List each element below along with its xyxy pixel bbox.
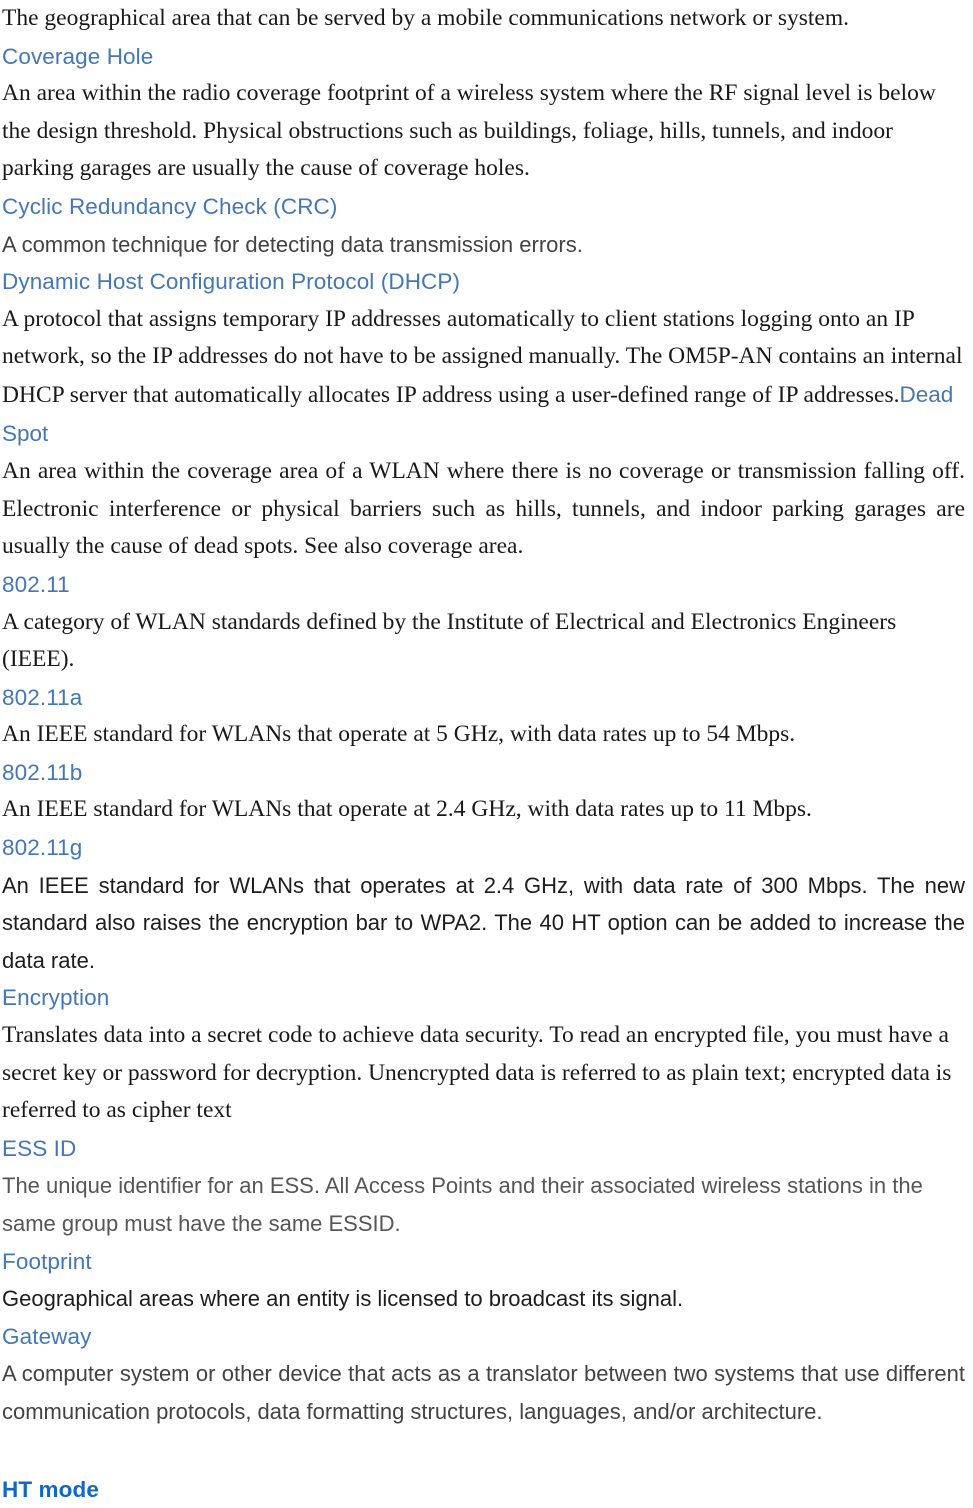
glossary-term-dhcp: Dynamic Host Configuration Protocol (DHC… — [2, 269, 461, 295]
glossary-term-cyclic-redundancy-check: Cyclic Redundancy Check (CRC) — [2, 193, 338, 219]
glossary-definition-coverage-hole: An area within the radio coverage footpr… — [2, 80, 936, 182]
glossary-definition-dhcp-text: A protocol that assigns temporary IP add… — [2, 305, 963, 408]
glossary-term-802-11a: 802.11a — [2, 684, 83, 710]
glossary-definition-cyclic-redundancy-check: A common technique for detecting data tr… — [2, 231, 583, 257]
glossary-term-ess-id: ESS ID — [2, 1135, 77, 1161]
glossary-term-coverage-hole: Coverage Hole — [2, 43, 154, 69]
glossary-definition-encryption: Translates data into a secret code to ac… — [2, 1022, 952, 1124]
glossary-definition-802-11g: An IEEE standard for WLANs that operates… — [2, 872, 965, 973]
glossary-definition-coverage-area-continued: The geographical area that can be served… — [2, 5, 850, 31]
glossary-term-802-11: 802.11 — [2, 571, 70, 597]
glossary-definition-dead-spot: An area within the coverage area of a WL… — [2, 458, 965, 560]
glossary-term-gateway: Gateway — [2, 1323, 92, 1349]
glossary-definition-gateway: A computer system or other device that a… — [2, 1361, 965, 1424]
glossary-definition-802-11b: An IEEE standard for WLANs that operate … — [2, 796, 812, 823]
glossary-content: The geographical area that can be served… — [2, 0, 965, 1508]
glossary-term-802-11b: 802.11b — [2, 759, 83, 785]
glossary-term-802-11g: 802.11g — [2, 835, 83, 861]
glossary-term-ht-mode: HT mode — [2, 1476, 99, 1502]
glossary-definition-802-11a: An IEEE standard for WLANs that operate … — [2, 721, 796, 748]
glossary-definition-ess-id: The unique identifier for an ESS. All Ac… — [2, 1173, 923, 1236]
document-page: The geographical area that can be served… — [0, 0, 973, 1502]
glossary-definition-footprint: Geographical areas where an entity is li… — [2, 1286, 684, 1312]
glossary-term-encryption: Encryption — [2, 985, 110, 1011]
glossary-term-footprint: Footprint — [2, 1248, 92, 1274]
glossary-definition-dhcp: A protocol that assigns temporary IP add… — [2, 301, 965, 453]
glossary-definition-802-11: A category of WLAN standards defined by … — [2, 608, 897, 673]
